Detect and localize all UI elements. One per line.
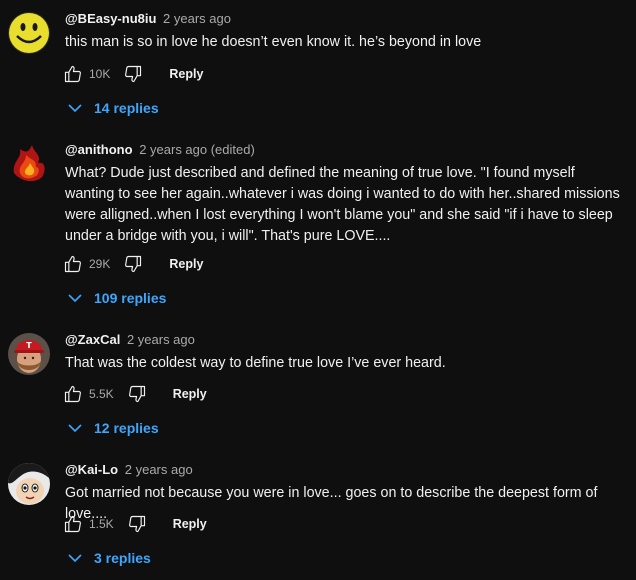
like-button[interactable] [62, 63, 84, 85]
thumbs-up-icon [64, 515, 81, 533]
like-count: 29K [89, 257, 111, 271]
comment-actions: 1.5K Reply [62, 512, 207, 536]
dislike-button[interactable] [122, 253, 144, 275]
comment-time[interactable]: 2 years ago [127, 332, 195, 347]
anime-character-icon[interactable] [8, 463, 50, 505]
comment-text: That was the coldest way to define true … [65, 355, 446, 371]
comment-actions: 10K Reply [62, 62, 203, 86]
thumbs-down-icon [128, 515, 145, 533]
comment-actions: 5.5K Reply [62, 382, 207, 406]
bearded-man-cap-icon[interactable]: T [8, 333, 50, 375]
comment-time[interactable]: 2 years ago [163, 11, 231, 26]
reply-button[interactable]: Reply [169, 67, 203, 81]
comment-actions: 29K Reply [62, 252, 203, 276]
like-count: 5.5K [89, 387, 114, 401]
comment-time[interactable]: 2 years ago [125, 462, 193, 477]
svg-text:T: T [26, 341, 32, 350]
chevron-down-icon [66, 289, 84, 307]
reply-button[interactable]: Reply [173, 517, 207, 531]
like-count: 10K [89, 67, 111, 81]
comment-text: this man is so in love he doesn’t even k… [65, 34, 482, 50]
thumbs-up-icon [64, 65, 81, 83]
comment-meta: @anithono 2 years ago (edited) [65, 142, 255, 157]
chevron-down-icon [66, 549, 84, 567]
chevron-down-icon [66, 99, 84, 117]
thumbs-up-icon [64, 385, 81, 403]
like-count: 1.5K [89, 517, 114, 531]
replies-count-label: 109 replies [94, 290, 167, 306]
comment-meta: @BEasy-nu8iu 2 years ago [65, 11, 231, 26]
replies-count-label: 14 replies [94, 100, 159, 116]
comment-author[interactable]: @BEasy-nu8iu [65, 11, 156, 26]
thumbs-down-icon [125, 65, 142, 83]
thumbs-down-icon [125, 255, 142, 273]
dislike-button[interactable] [126, 383, 148, 405]
comment-time[interactable]: 2 years ago (edited) [139, 142, 255, 157]
comment-author[interactable]: @ZaxCal [65, 332, 120, 347]
thumbs-down-icon [128, 385, 145, 403]
replies-count-label: 3 replies [94, 550, 151, 566]
reply-button[interactable]: Reply [169, 257, 203, 271]
chevron-down-icon [66, 419, 84, 437]
comment-meta: @ZaxCal 2 years ago [65, 332, 195, 347]
replies-count-label: 12 replies [94, 420, 159, 436]
comment-author[interactable]: @anithono [65, 142, 133, 157]
thumbs-up-icon [64, 255, 81, 273]
comment-text: What? Dude just described and defined th… [65, 165, 620, 244]
smiley-face-icon[interactable] [8, 12, 50, 54]
comment-author[interactable]: @Kai-Lo [65, 462, 118, 477]
fire-icon[interactable] [8, 143, 50, 185]
like-button[interactable] [62, 513, 84, 535]
view-replies-button[interactable]: 14 replies [66, 96, 159, 120]
dislike-button[interactable] [122, 63, 144, 85]
reply-button[interactable]: Reply [173, 387, 207, 401]
comment-meta: @Kai-Lo 2 years ago [65, 462, 193, 477]
like-button[interactable] [62, 253, 84, 275]
view-replies-button[interactable]: 3 replies [66, 546, 151, 570]
dislike-button[interactable] [126, 513, 148, 535]
like-button[interactable] [62, 383, 84, 405]
view-replies-button[interactable]: 12 replies [66, 416, 159, 440]
view-replies-button[interactable]: 109 replies [66, 286, 166, 310]
